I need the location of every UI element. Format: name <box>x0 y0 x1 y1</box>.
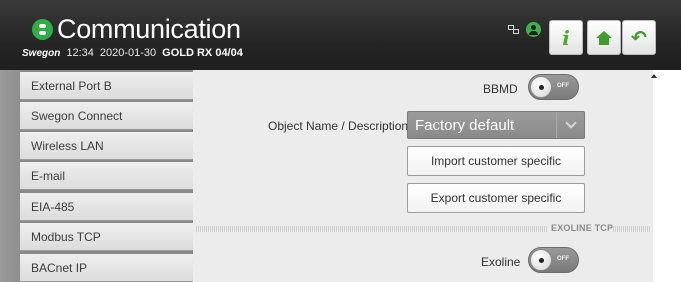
sidebar-item-wireless-lan[interactable]: Wireless LAN <box>20 132 193 160</box>
unit-name: GOLD RX 04/04 <box>162 47 243 59</box>
sidebar: External Port B Swegon Connect Wireless … <box>0 70 193 282</box>
bbmd-toggle[interactable]: OFF <box>528 74 579 100</box>
brand-name: Swegon <box>22 48 61 59</box>
sidebar-item-bacnet-ip[interactable]: BACnet IP <box>20 254 193 282</box>
chevron-down-icon[interactable] <box>556 112 584 138</box>
sidebar-item-email[interactable]: E-mail <box>20 162 193 190</box>
back-button[interactable]: ↶ <box>622 20 656 55</box>
sidebar-item-external-port-b[interactable]: External Port B <box>20 72 193 100</box>
toggle-knob <box>530 249 552 271</box>
sidebar-item-swegon-connect[interactable]: Swegon Connect <box>20 102 193 130</box>
status-line: Swegon 12:34 2020-01-30 GOLD RX 04/04 <box>22 47 243 59</box>
back-arrow-icon: ↶ <box>631 26 647 49</box>
app-header: Communication Swegon 12:34 2020-01-30 GO… <box>0 0 681 70</box>
section-divider-left <box>196 226 547 232</box>
scroll-up-arrow-icon[interactable] <box>651 74 657 78</box>
info-button[interactable]: i <box>549 20 583 55</box>
user-icon[interactable] <box>526 22 541 37</box>
home-icon <box>596 30 612 45</box>
toggle-knob <box>530 76 552 98</box>
network-icon <box>508 25 520 35</box>
toggle-state: OFF <box>557 256 569 262</box>
scrollbar[interactable] <box>653 70 681 282</box>
info-icon: i <box>562 25 570 50</box>
settings-panel <box>193 70 653 282</box>
sidebar-item-modbus-tcp[interactable]: Modbus TCP <box>20 223 193 251</box>
bbmd-label: BBMD <box>483 82 518 96</box>
home-button[interactable] <box>587 20 621 55</box>
exoline-label: Exoline <box>481 255 521 269</box>
page-title: Communication <box>57 14 241 44</box>
exoline-toggle[interactable]: OFF <box>528 247 579 273</box>
object-name-value: Factory default <box>415 117 515 134</box>
sidebar-edge <box>0 70 20 282</box>
sidebar-item-eia-485[interactable]: EIA-485 <box>20 193 193 221</box>
export-customer-specific-button[interactable]: Export customer specific <box>407 183 585 213</box>
clock-time: 12:34 <box>66 47 94 59</box>
swegon-logo-icon <box>32 19 53 40</box>
object-name-label: Object Name / Description <box>268 119 409 133</box>
clock-date: 2020-01-30 <box>99 47 157 59</box>
section-divider-right <box>613 226 650 232</box>
section-title-exoline-tcp: EXOLINE TCP <box>551 223 614 233</box>
object-name-select[interactable]: Factory default <box>407 111 585 139</box>
toggle-state: OFF <box>557 83 569 89</box>
import-customer-specific-button[interactable]: Import customer specific <box>407 146 585 176</box>
